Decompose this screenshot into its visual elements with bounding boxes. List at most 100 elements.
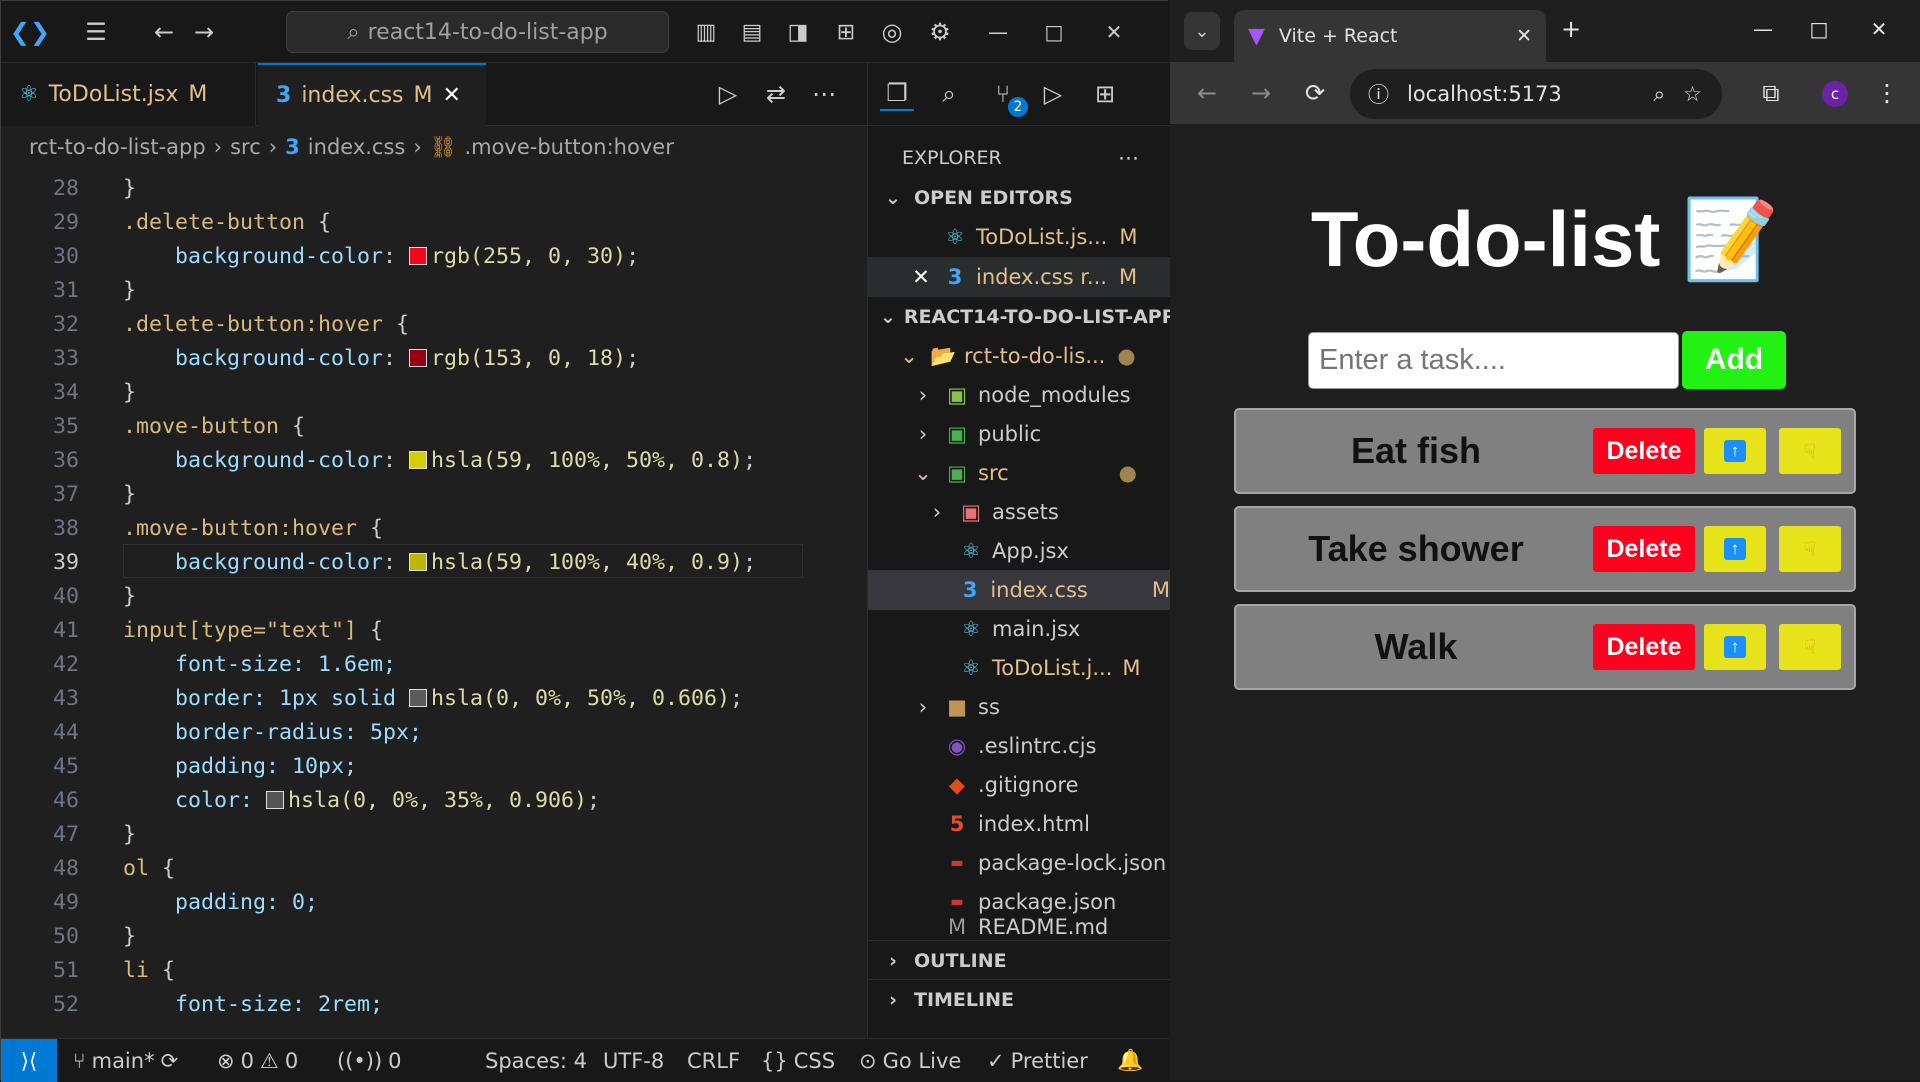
tree-file[interactable]: ◉ .eslintrc.cjs [868,726,1170,766]
move-up-button[interactable]: ↑ [1704,428,1766,474]
tab-todolist-jsx[interactable]: ⚛ ToDoList.jsx M [1,63,256,126]
color-swatch[interactable] [409,247,428,265]
more-actions-icon[interactable]: ⋯ [1118,138,1158,178]
tree-file[interactable]: ⚛ App.jsx [868,531,1170,571]
back-arrow-icon[interactable]: ← [147,15,181,49]
line-number: 32 [52,312,79,337]
tree-file[interactable]: ▬ package-lock.json [868,843,1170,883]
explorer-icon[interactable]: ❐ [880,77,914,111]
move-up-button[interactable]: ↑ [1704,526,1766,572]
breadcrumb-item[interactable]: rct-to-do-list-app [29,135,206,159]
color-swatch[interactable] [266,791,285,809]
move-down-button[interactable]: ☟ [1779,624,1841,670]
outline-section[interactable]: › OUTLINE [868,940,1170,980]
bell-icon[interactable]: 🔔 [1117,1039,1143,1082]
toggle-secondary-sidebar-icon[interactable]: ◨ [781,15,815,49]
new-tab-icon[interactable]: + [1554,12,1588,46]
tree-file[interactable]: ⚛ ToDoList.j... M [868,648,1170,688]
forward-arrow-icon[interactable]: → [1244,76,1278,110]
tree-folder[interactable]: ⌄ 📂 rct-to-do-lis... ● [868,336,1170,376]
search-icon[interactable]: ⌕ [932,77,966,111]
site-info-icon[interactable]: ⓘ [1368,79,1389,109]
tree-folder[interactable]: › ▣ assets [868,492,1170,532]
color-swatch[interactable] [409,689,428,707]
move-down-button[interactable]: ☟ [1779,428,1841,474]
project-section[interactable]: ⌄ REACT14-TO-DO-LIST-APP [868,297,1176,337]
tree-file[interactable]: ◆ .gitignore [868,765,1170,805]
prettier-status[interactable]: ✓ Prettier [987,1039,1088,1082]
tab-label: ToDoList.jsx [48,82,179,107]
tree-file[interactable]: 3 index.css M [868,570,1170,610]
compare-changes-icon[interactable]: ⇄ [759,77,793,111]
open-editor-item[interactable]: ✕ 3 index.css r... M [868,257,1170,297]
delete-button[interactable]: Delete [1593,428,1695,474]
open-editor-item[interactable]: ⚛ ToDoList.js... M [868,217,1170,257]
tree-folder[interactable]: ⌄ ▣ src ● [868,453,1170,493]
address-bar[interactable]: ⓘ localhost:5173 ⌕ ☆ [1350,69,1722,119]
more-menu-icon[interactable]: ⋮ [1870,76,1904,110]
zoom-icon[interactable]: ⌕ [1653,82,1665,107]
tree-folder[interactable]: › ■ ss [868,687,1170,727]
minimize-icon[interactable]: — [981,15,1015,49]
reload-icon[interactable]: ⟳ [1298,76,1332,110]
browser-tab[interactable]: ▼ Vite + React ✕ [1234,10,1546,62]
breadcrumb-item[interactable]: .move-button:hover [464,135,673,159]
remote-icon[interactable]: ⟩⟨ [1,1039,57,1082]
account-icon[interactable]: ◎ [875,15,909,49]
color-swatch[interactable] [409,451,428,469]
open-editors-section[interactable]: ⌄ OPEN EDITORS [868,178,1170,218]
minimize-icon[interactable]: — [1746,12,1780,46]
run-icon[interactable]: ▷ [711,77,745,111]
broadcast-icon: ((•)) [337,1048,383,1073]
editor-tabs: ⚛ ToDoList.jsx M 3 index.css M ✕ ▷ ⇄ ⋯ [1,63,867,126]
gear-icon[interactable]: ⚙ [923,15,957,49]
maximize-icon[interactable]: □ [1037,15,1071,49]
golive-status[interactable]: ⊙ Go Live [859,1039,961,1082]
maximize-icon[interactable]: □ [1802,12,1836,46]
timeline-section[interactable]: › TIMELINE [868,979,1170,1019]
tab-index-css[interactable]: 3 index.css M ✕ [258,63,486,126]
extensions-icon[interactable]: ⧉ [1754,76,1788,110]
profile-avatar[interactable]: c [1822,81,1848,107]
close-tab-icon[interactable]: ✕ [443,83,461,108]
eol-status[interactable]: CRLF [687,1039,740,1082]
indentation-status[interactable]: Spaces: 4 [485,1039,587,1082]
encoding-status[interactable]: UTF-8 [603,1039,664,1082]
bookmark-star-icon[interactable]: ☆ [1683,82,1702,106]
code-editor[interactable]: 28 29 30 31 32 33 34 35 36 37 38 39 40 41 42 43 44 45 46 47… [1,168,867,1038]
delete-button[interactable]: Delete [1593,624,1695,670]
more-actions-icon[interactable]: ⋯ [807,77,841,111]
close-icon[interactable]: ✕ [908,265,934,289]
delete-button[interactable]: Delete [1593,526,1695,572]
tree-folder[interactable]: › ▣ node_modules [868,375,1170,415]
tree-file[interactable]: ⚛ main.jsx [868,609,1170,649]
extensions-icon[interactable]: ⊞ [1088,77,1122,111]
customize-layout-icon[interactable]: ⊞ [829,15,863,49]
add-button[interactable]: Add [1682,331,1786,389]
menu-icon[interactable]: ☰ [79,15,113,49]
breadcrumb-item[interactable]: index.css [308,135,406,159]
toggle-sidebar-icon[interactable]: ▥ [689,15,723,49]
branch-status[interactable]: ⑂ main* ⟳ [73,1039,178,1082]
close-icon[interactable]: ✕ [1862,12,1896,46]
command-center[interactable]: ⌕ react14-to-do-list-app [286,11,669,53]
close-tab-icon[interactable]: ✕ [1516,25,1532,47]
move-down-button[interactable]: ☟ [1779,526,1841,572]
task-input[interactable] [1308,332,1679,389]
ports-status[interactable]: ((•)) 0 [337,1039,402,1082]
breadcrumb-item[interactable]: src [230,135,261,159]
color-swatch[interactable] [409,349,428,367]
tree-folder[interactable]: › ▣ public [868,414,1170,454]
tree-file[interactable]: 5 index.html [868,804,1170,844]
move-up-button[interactable]: ↑ [1704,624,1766,670]
tree-file[interactable]: M README.md [868,915,1170,937]
language-status[interactable]: {} CSS [761,1039,835,1082]
toggle-panel-icon[interactable]: ▤ [735,15,769,49]
back-arrow-icon[interactable]: ← [1190,76,1224,110]
run-debug-icon[interactable]: ▷ [1036,77,1070,111]
forward-arrow-icon[interactable]: → [187,15,221,49]
tab-search-icon[interactable]: ⌄ [1184,12,1220,50]
problems-status[interactable]: ⊗ 0 ⚠ 0 [217,1039,298,1082]
color-swatch[interactable] [409,553,428,571]
close-icon[interactable]: ✕ [1097,15,1131,49]
